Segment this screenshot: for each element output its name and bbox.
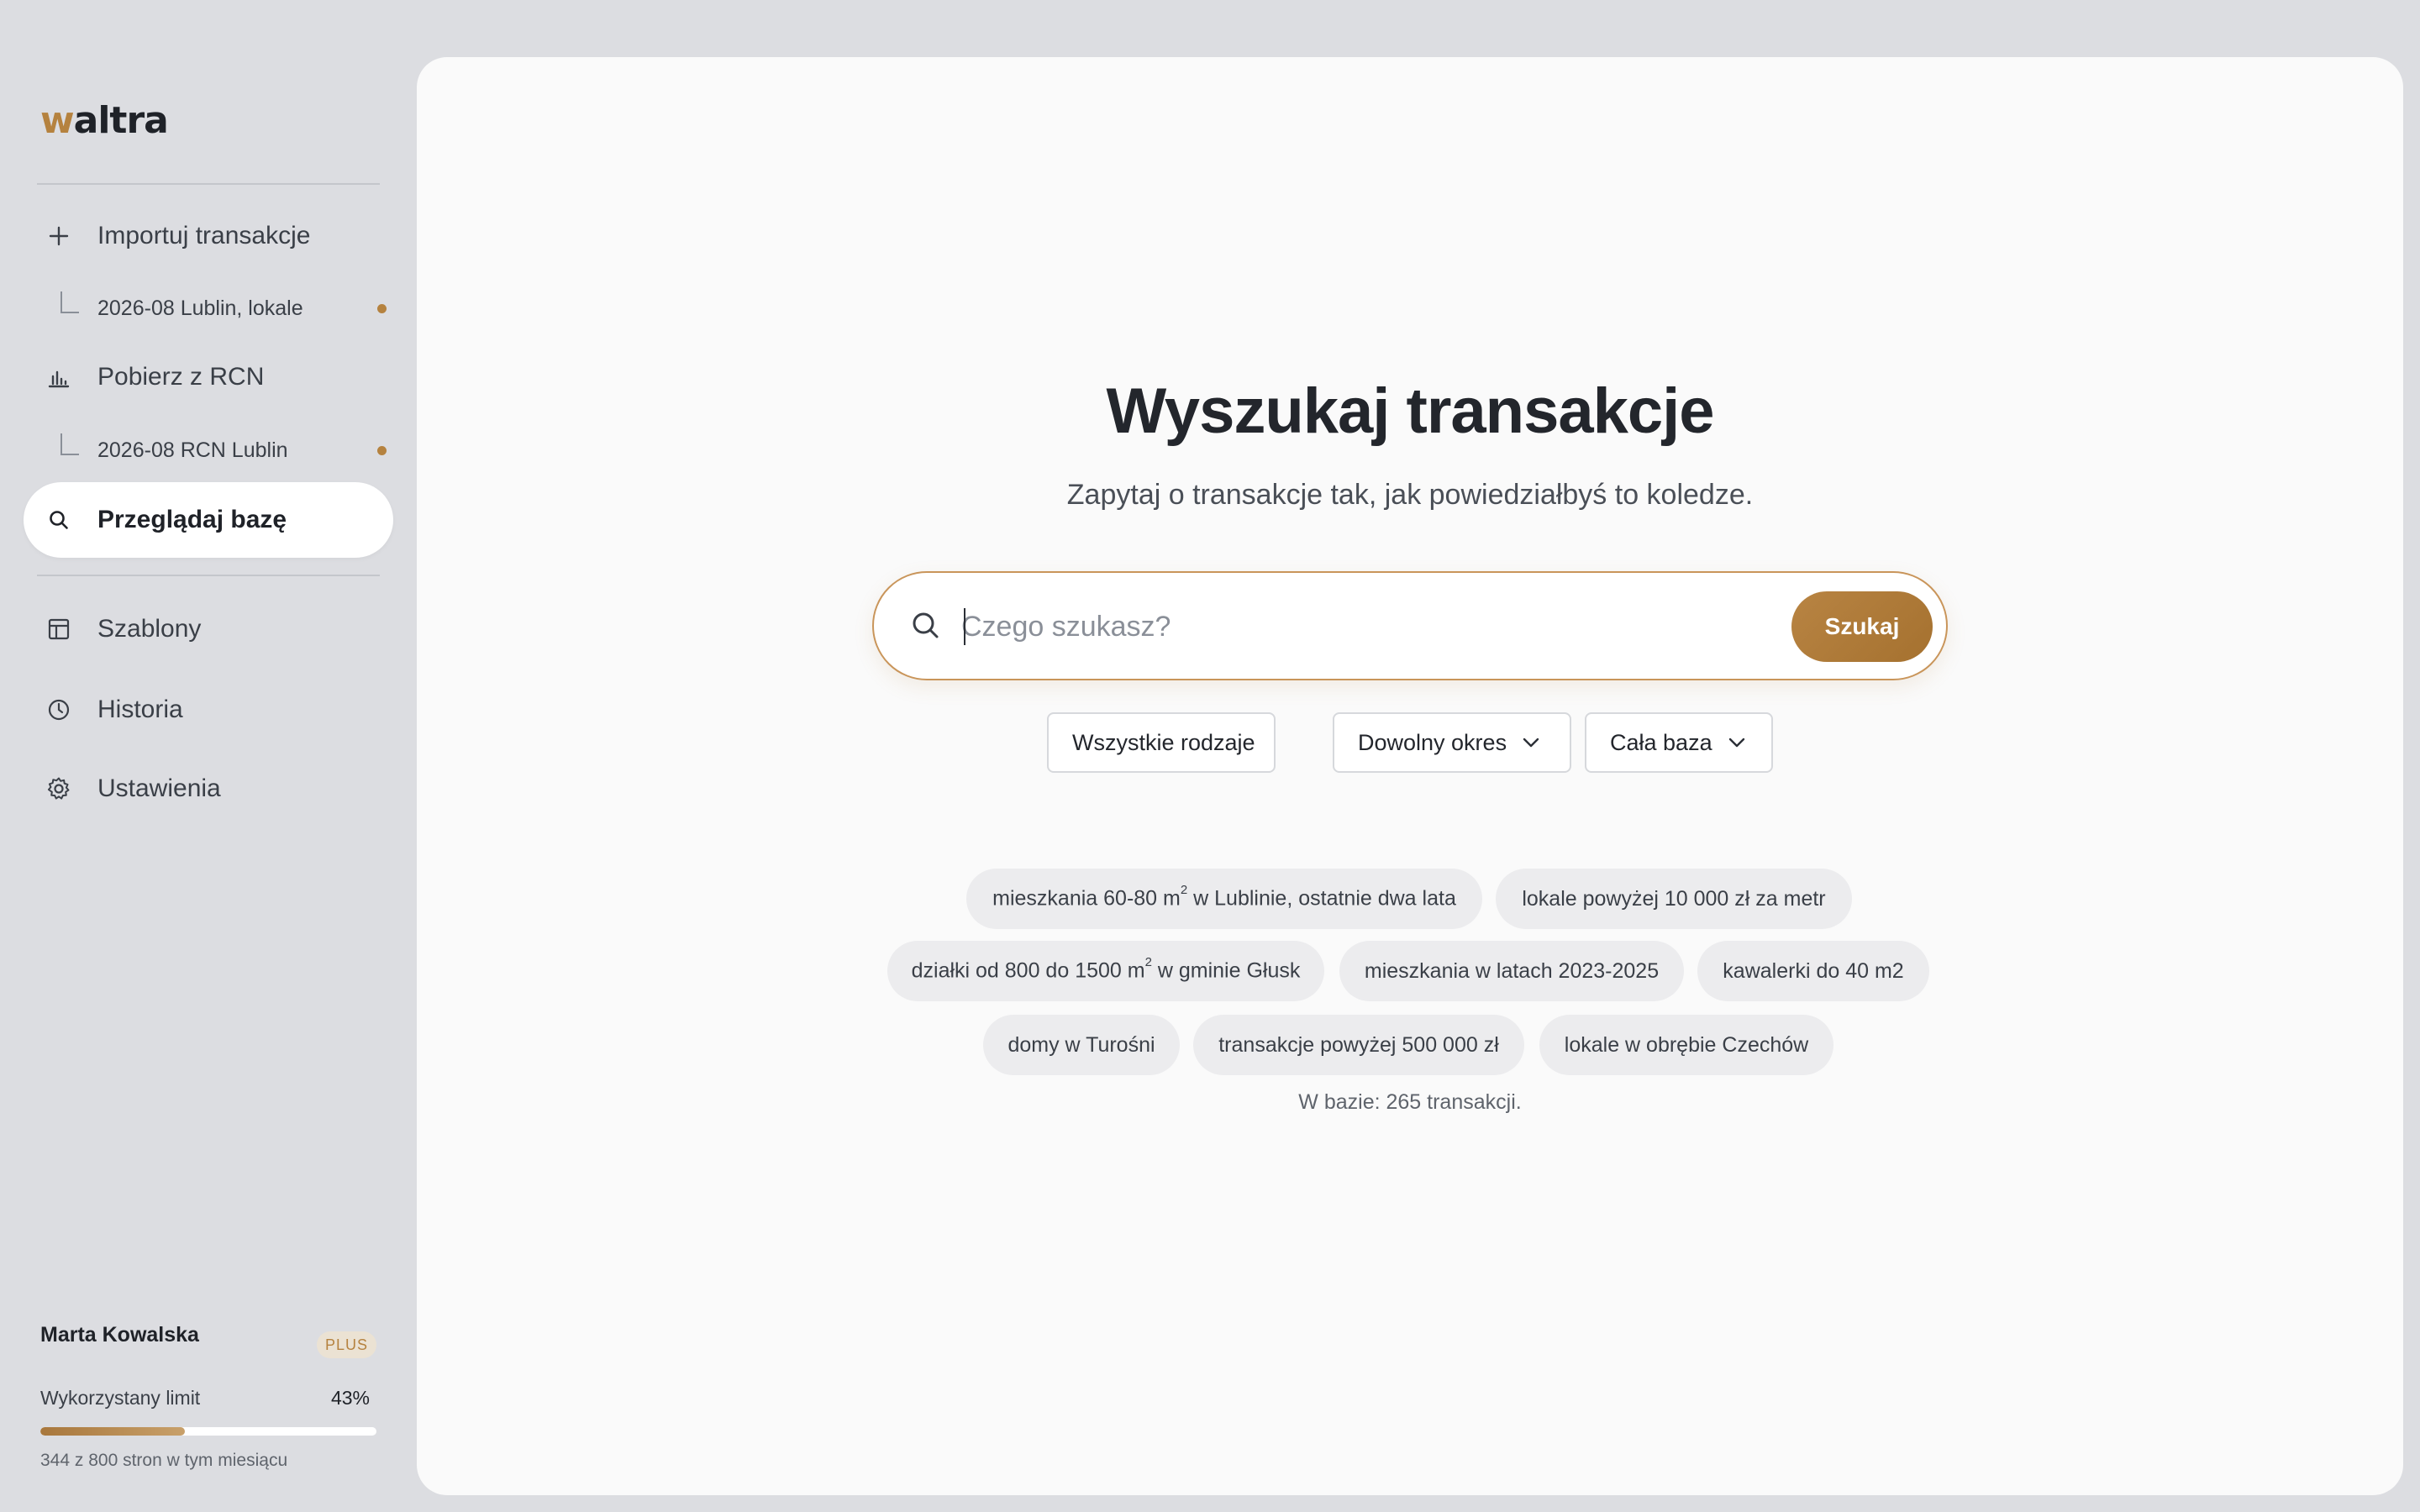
search-input[interactable] — [961, 598, 1768, 655]
suggestion-chip[interactable]: lokale w obrębie Czechów — [1539, 1015, 1833, 1075]
template-icon — [44, 614, 74, 644]
suggestion-chip[interactable]: transakcje powyżej 500 000 zł — [1193, 1015, 1524, 1075]
sidebar-item-import[interactable]: Importuj transakcje — [24, 198, 393, 274]
tree-branch-icon — [60, 433, 79, 455]
sidebar-item-label: Importuj transakcje — [97, 222, 311, 249]
sidebar-item-rcn[interactable]: Pobierz z RCN — [24, 339, 393, 415]
sidebar-subitem-label: 2026-08 Lublin, lokale — [97, 296, 303, 320]
suggestion-chip[interactable]: kawalerki do 40 m2 — [1697, 941, 1929, 1001]
sidebar-item-label: Historia — [97, 696, 183, 723]
suggestion-chip[interactable]: działki od 800 do 1500 m2 w gminie Głusk — [887, 941, 1324, 1001]
suggestion-text: lokale w obrębie Czechów — [1564, 1032, 1809, 1057]
text-cursor — [964, 608, 965, 645]
logo[interactable]: waltra — [40, 99, 169, 142]
sidebar-subitem-label: 2026-08 RCN Lublin — [97, 438, 288, 462]
page-title: Wyszukaj transakcje — [1106, 375, 1714, 447]
logo-accent: w — [40, 99, 75, 142]
user-panel: Marta Kowalska PLUS Wykorzystany limit 4… — [40, 1323, 376, 1470]
suggestion-chip[interactable]: lokale powyżej 10 000 zł za metr — [1496, 869, 1852, 929]
filter-scope-dropdown[interactable]: Cała baza — [1585, 712, 1773, 773]
suggestion-text: domy w Turośni — [1007, 1032, 1155, 1057]
usage-progress-fill — [40, 1427, 185, 1436]
status-dot — [377, 303, 387, 313]
chevron-down-icon — [1523, 738, 1539, 748]
sidebar-item-browse[interactable]: Przeglądaj bazę — [24, 482, 393, 558]
bar-chart-icon — [44, 362, 74, 392]
sidebar-item-label: Szablony — [97, 615, 202, 643]
suggestion-text: mieszkania 60-80 m2 w Lublinie, ostatnie… — [992, 883, 1456, 911]
usage-pages-text: 344 z 800 stron w tym miesiącu — [40, 1451, 288, 1470]
filter-period-dropdown[interactable]: Dowolny okres — [1333, 712, 1571, 773]
filter-type-value: Wszystkie rodzaje — [1072, 729, 1255, 755]
plus-icon — [44, 221, 74, 251]
page-subtitle: Zapytaj o transakcje tak, jak powiedział… — [1066, 479, 1754, 511]
sidebar-item-label: Ustawienia — [97, 774, 221, 802]
suggestion-text: mieszkania w latach 2023-2025 — [1364, 958, 1660, 983]
tree-branch-icon — [60, 291, 79, 313]
sidebar-item-label: Pobierz z RCN — [97, 363, 265, 391]
logo-text: altra — [73, 99, 169, 142]
status-dot — [377, 445, 387, 455]
usage-limit-label: Wykorzystany limit — [40, 1387, 201, 1409]
sidebar-subitem-import-lublin[interactable]: 2026-08 Lublin, lokale — [60, 287, 397, 329]
chevron-down-icon — [1728, 738, 1744, 748]
search-icon — [44, 505, 74, 535]
database-count: W bazie: 265 transakcji. — [1298, 1090, 1522, 1114]
sidebar-divider — [37, 183, 380, 185]
usage-limit-row: Wykorzystany limit 43% — [40, 1387, 376, 1410]
sidebar-item-settings[interactable]: Ustawienia — [24, 751, 393, 827]
sidebar-subitem-rcn-lublin[interactable]: 2026-08 RCN Lublin — [60, 429, 397, 471]
suggestion-chip[interactable]: mieszkania w latach 2023-2025 — [1339, 941, 1684, 1001]
suggestion-chip[interactable]: mieszkania 60-80 m2 w Lublinie, ostatnie… — [966, 869, 1482, 929]
sidebar-item-label: Przeglądaj bazę — [97, 506, 287, 533]
plan-badge: PLUS — [316, 1331, 376, 1358]
suggestion-text: lokale powyżej 10 000 zł za metr — [1522, 886, 1826, 911]
sidebar-item-templates[interactable]: Szablony — [24, 591, 393, 667]
filter-period-value: Dowolny okres — [1358, 729, 1507, 755]
suggestion-text: działki od 800 do 1500 m2 w gminie Głusk — [911, 955, 1301, 983]
search-box: Szukaj — [872, 571, 1948, 680]
suggestion-chip[interactable]: domy w Turośni — [983, 1015, 1180, 1075]
search-icon — [909, 609, 943, 643]
suggestion-text: kawalerki do 40 m2 — [1723, 958, 1904, 983]
sidebar: waltra Importuj transakcje 2026-08 Lubli… — [0, 0, 417, 1512]
sidebar-item-history[interactable]: Historia — [24, 672, 393, 748]
search-button[interactable]: Szukaj — [1791, 591, 1933, 662]
filter-type-dropdown[interactable]: Wszystkie rodzaje — [1047, 712, 1276, 773]
main-panel: Wyszukaj transakcje Zapytaj o transakcje… — [417, 57, 2403, 1495]
gear-icon — [44, 774, 74, 804]
suggestion-text: transakcje powyżej 500 000 zł — [1218, 1032, 1499, 1057]
usage-limit-percent: 43% — [330, 1387, 370, 1409]
sidebar-divider — [37, 575, 380, 576]
clock-icon — [44, 695, 74, 725]
filter-scope-value: Cała baza — [1610, 729, 1712, 755]
usage-progress-bar — [40, 1427, 376, 1436]
